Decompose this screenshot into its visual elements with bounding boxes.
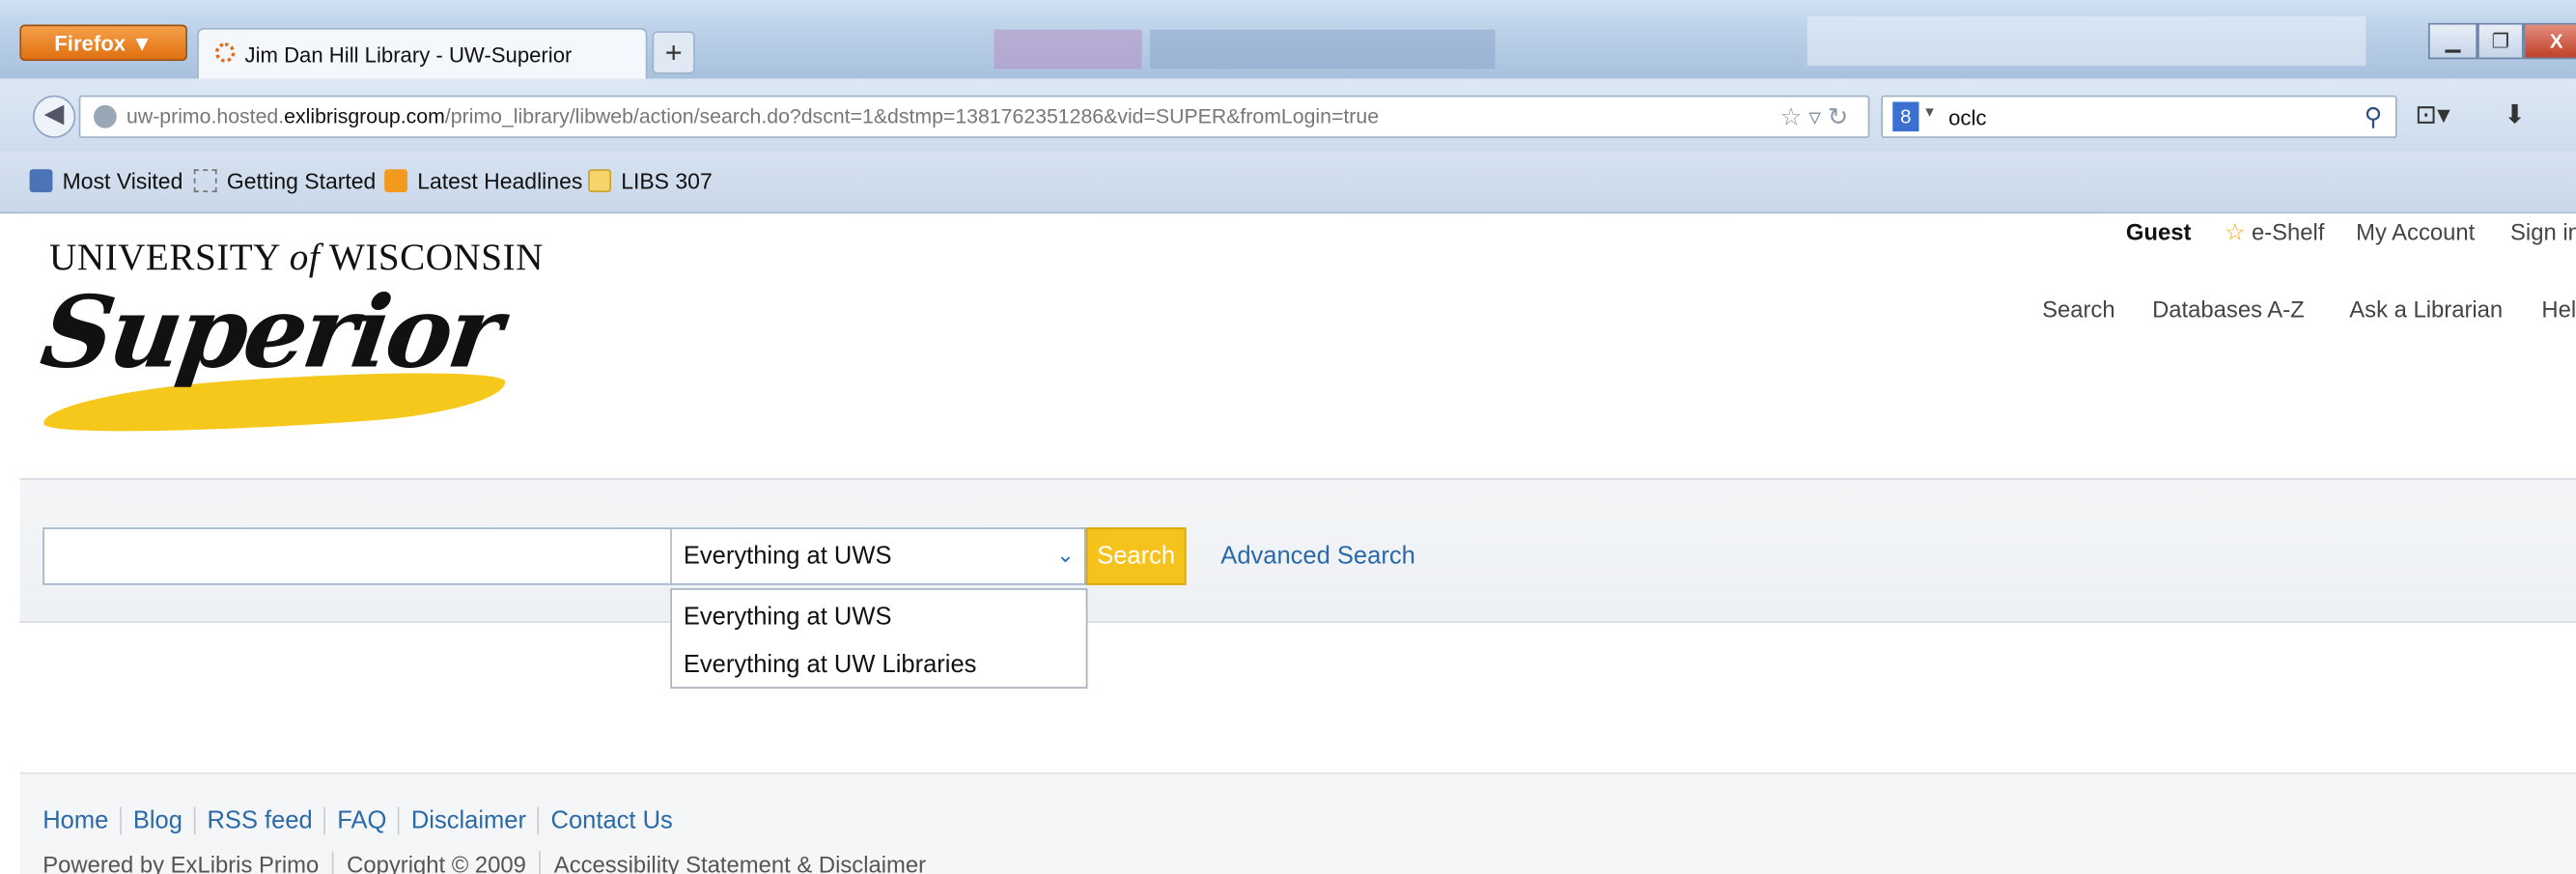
bookmark-libs-307[interactable]: LIBS 307	[588, 169, 713, 194]
folder-icon	[588, 169, 611, 193]
chevron-down-icon[interactable]: ▾	[1925, 103, 1934, 122]
back-arrow-icon[interactable]: ◀	[33, 95, 76, 138]
firefox-menu-button[interactable]: Firefox ▼	[19, 24, 187, 61]
window-title-bar: Firefox ▼ Jim Dan Hill Library - UW-Supe…	[0, 0, 2576, 79]
logo-wordmark: UNIVERSITY of WISCONSIN	[49, 237, 544, 278]
url-text: uw-primo.hosted.exlibrisgroup.com/primo_…	[126, 104, 1380, 128]
advanced-search-link[interactable]: Advanced Search	[1220, 543, 1415, 571]
close-button[interactable]: X	[2523, 22, 2576, 60]
user-bar: Guest ☆ e-Shelf My Account Sign in	[2103, 213, 2576, 254]
guest-label: Guest	[2125, 218, 2192, 245]
star-icon: ☆	[2224, 218, 2246, 245]
globe-icon	[93, 104, 117, 128]
scope-option[interactable]: Everything at UW Libraries	[684, 651, 977, 679]
bookmark-latest-headlines[interactable]: Latest Headlines	[384, 169, 582, 194]
new-tab-button[interactable]: +	[652, 31, 695, 74]
footer-links: Home Blog RSS feed FAQ Disclaimer Contact Us	[42, 806, 685, 835]
bookmarks-menu-icon[interactable]: ⊡▾	[2415, 99, 2450, 131]
browser-search-box[interactable]: 8 ▾ oclc ⚲	[1881, 95, 2397, 138]
footer-link-home[interactable]: Home	[42, 806, 120, 834]
tab-title: Jim Dan Hill Library - UW-Superior	[244, 42, 573, 68]
footer-copyright: Powered by ExLibris Primo Copyright © 200…	[42, 851, 938, 874]
background-blur	[1806, 16, 2366, 67]
my-account-link[interactable]: My Account	[2356, 218, 2475, 244]
bookmark-star-icon[interactable]: ☆▿↻	[1780, 101, 1856, 131]
bookmarks-toolbar: Most Visited Getting Started Latest Head…	[0, 151, 2576, 214]
address-bar[interactable]: uw-primo.hosted.exlibrisgroup.com/primo_…	[78, 95, 1870, 138]
nav-ask-librarian[interactable]: Ask a Librarian	[2349, 296, 2503, 322]
nav-help[interactable]: Help	[2541, 296, 2576, 322]
page-footer: Home Blog RSS feed FAQ Disclaimer Contact Us …	[19, 772, 2576, 874]
sign-in-link[interactable]: Sign in	[2510, 218, 2576, 244]
page-icon	[193, 169, 217, 193]
search-icon[interactable]: ⚲	[2365, 101, 2383, 131]
scope-selected: Everything at UWS	[683, 542, 892, 571]
most-visited-icon	[29, 169, 53, 193]
footer-link-disclaimer[interactable]: Disclaimer	[398, 806, 538, 835]
download-icon[interactable]: ⬇	[2504, 99, 2526, 131]
restore-button[interactable]: ❐	[2478, 22, 2524, 60]
scope-option[interactable]: Everything at UWS	[684, 603, 892, 631]
eshelf-link[interactable]: ☆ e-Shelf	[2225, 218, 2324, 246]
powered-by: Powered by ExLibris Primo	[42, 851, 320, 874]
rss-icon	[384, 169, 407, 193]
footer-link-rss[interactable]: RSS feed	[193, 806, 324, 835]
background-blur	[1150, 29, 1496, 70]
minimize-button[interactable]: ▁	[2427, 22, 2478, 60]
footer-link-contact[interactable]: Contact Us	[537, 806, 685, 835]
background-blur	[994, 29, 1142, 70]
nav-search[interactable]: Search	[2042, 296, 2114, 322]
page-content: UNIVERSITY of WISCONSIN Superior Guest ☆…	[19, 213, 2576, 874]
nav-databases[interactable]: Databases A-Z	[2152, 296, 2305, 322]
google-icon[interactable]: 8	[1892, 101, 1919, 132]
scope-select[interactable]: Everything at UWS ⌄	[670, 527, 1086, 585]
footer-link-blog[interactable]: Blog	[120, 806, 194, 835]
search-button[interactable]: Search	[1085, 527, 1187, 585]
chevron-down-icon: ⌄	[1056, 542, 1075, 568]
browser-tab[interactable]: Jim Dan Hill Library - UW-Superior	[197, 27, 648, 79]
search-input[interactable]	[42, 527, 672, 585]
search-band: Everything at UWS ⌄ Search Advanced Sear…	[19, 478, 2576, 623]
navigation-toolbar: ◀ uw-primo.hosted.exlibrisgroup.com/prim…	[0, 78, 2576, 152]
footer-link-faq[interactable]: FAQ	[323, 806, 399, 835]
logo-script: Superior	[34, 275, 507, 391]
copyright: Copyright © 2009	[331, 851, 540, 874]
scope-dropdown: Everything at UWS Everything at UW Libra…	[670, 588, 1088, 689]
bookmark-getting-started[interactable]: Getting Started	[193, 169, 376, 194]
browser-search-value: oclc	[1948, 104, 1987, 130]
bookmark-most-visited[interactable]: Most Visited	[29, 169, 182, 194]
accessibility-link[interactable]: Accessibility Statement & Disclaimer	[539, 851, 938, 874]
loading-icon	[214, 42, 236, 63]
